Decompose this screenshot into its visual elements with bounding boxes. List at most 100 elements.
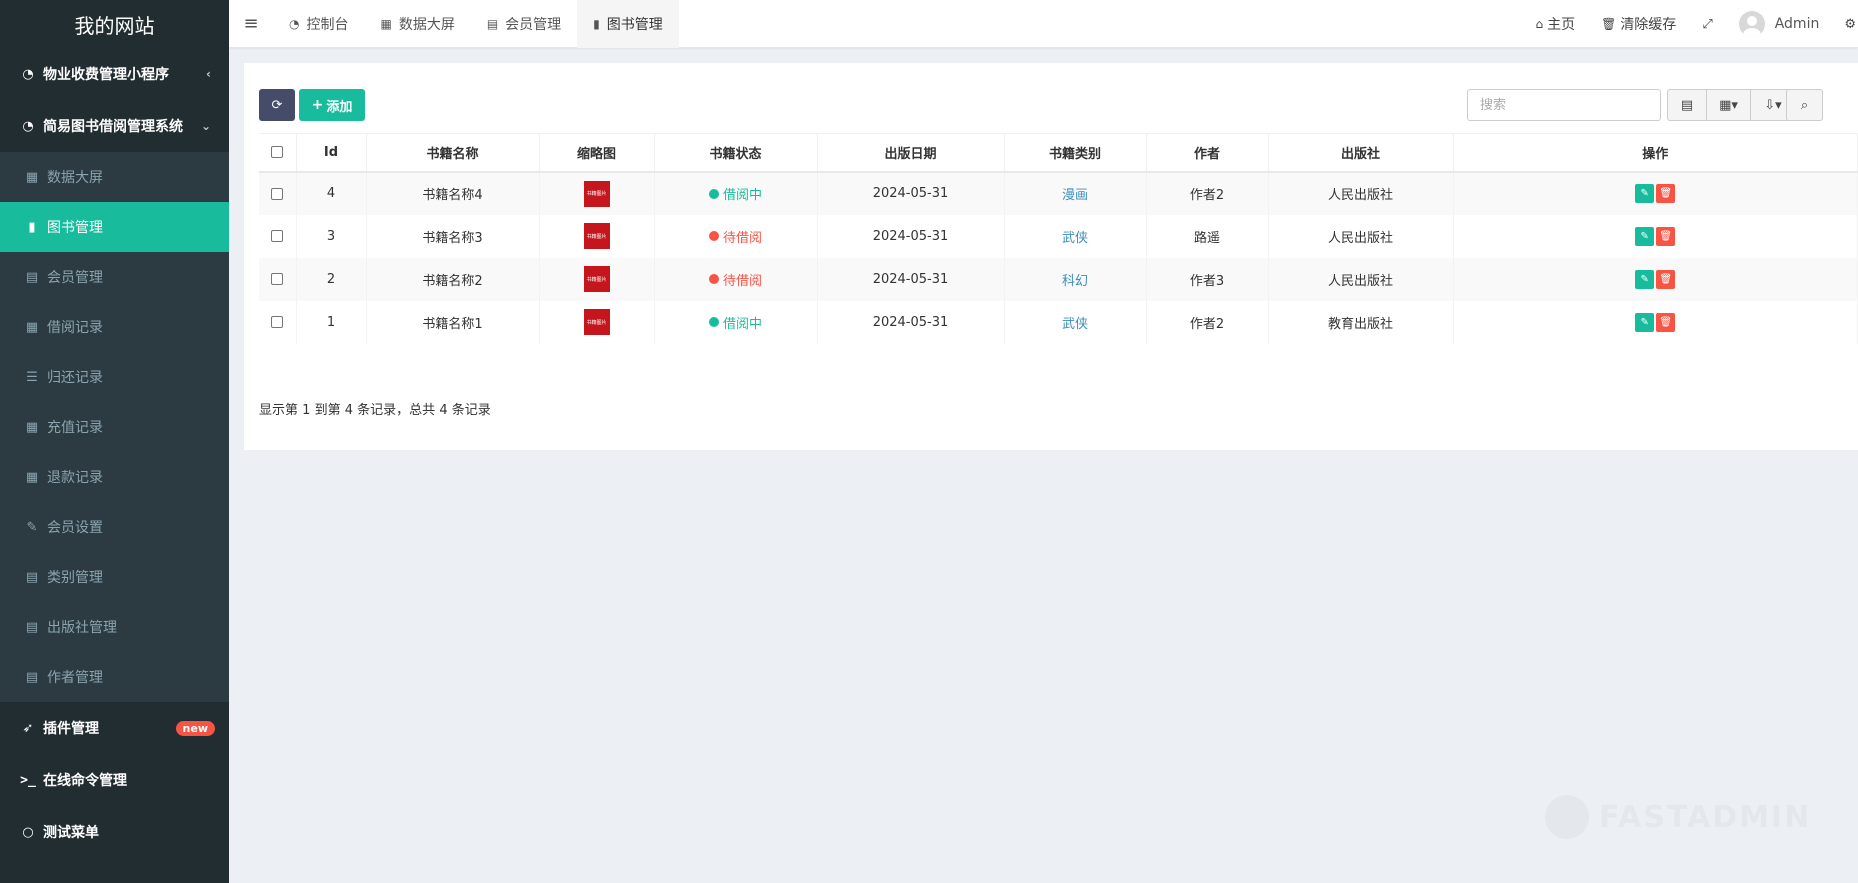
table-toolbar: ⟳ + 添加 ▤ ▦▾ ⇩▾ ⌕: [259, 89, 1858, 121]
book-thumbnail[interactable]: 书籍图片: [583, 309, 610, 335]
delete-button[interactable]: 🗑︎: [1656, 312, 1676, 332]
sidebar-item-return-records[interactable]: ☰ 归还记录: [0, 352, 229, 402]
edit-button[interactable]: ✎: [1635, 269, 1655, 289]
cell-name: 书籍名称2: [366, 257, 540, 301]
columns-dropdown-button[interactable]: ▦▾: [1707, 90, 1751, 120]
app-logo[interactable]: 我的网站: [0, 0, 229, 48]
cell-id: 3: [296, 214, 367, 258]
clear-cache-button[interactable]: 🗑︎ 清除缓存: [1588, 0, 1689, 48]
column-header[interactable]: Id: [296, 133, 367, 173]
tab-members[interactable]: ▤ 会员管理: [471, 0, 577, 48]
category-link[interactable]: 武侠: [1062, 231, 1088, 246]
cell-date: 2024-05-31: [817, 300, 1005, 344]
sidebar-item-borrow-records[interactable]: ▦ 借阅记录: [0, 302, 229, 352]
sidebar-group-library[interactable]: ◔ 简易图书借阅管理系统 ⌄: [0, 100, 229, 152]
list-ordered-icon: ☰: [26, 369, 38, 385]
add-button[interactable]: + 添加: [299, 89, 365, 121]
category-link[interactable]: 武侠: [1062, 317, 1088, 332]
tab-books[interactable]: ▮ 图书管理: [577, 0, 679, 48]
sidebar-item-authors[interactable]: ▤ 作者管理: [0, 652, 229, 702]
tab-label: 图书管理: [606, 16, 663, 33]
sidebar-group-property[interactable]: ◔ 物业收费管理小程序 ‹: [0, 48, 229, 100]
dashboard-icon: ◔: [289, 16, 300, 31]
menu-toggle-icon[interactable]: ≡: [229, 0, 273, 48]
status-dot: [708, 317, 719, 327]
table-icon: ▦: [25, 419, 39, 435]
cell-author: 作者3: [1146, 257, 1269, 301]
table-icon: ▦: [25, 319, 39, 335]
search-button[interactable]: ⌕: [1786, 89, 1823, 121]
column-header[interactable]: 出版日期: [817, 133, 1005, 173]
home-link[interactable]: ⌂ 主页: [1522, 0, 1588, 48]
select-all-checkbox[interactable]: [271, 146, 284, 159]
delete-button[interactable]: 🗑︎: [1656, 226, 1676, 246]
category-link[interactable]: 漫画: [1062, 188, 1088, 203]
status-badge: 借阅中: [708, 184, 762, 203]
sidebar: 我的网站 ◔ 物业收费管理小程序 ‹ ◔ 简易图书借阅管理系统 ⌄ ▦ 数据大屏…: [0, 0, 229, 883]
sidebar-item-publishers[interactable]: ▤ 出版社管理: [0, 602, 229, 652]
edit-button[interactable]: ✎: [1635, 184, 1655, 203]
status-text: 借阅中: [722, 188, 762, 203]
sidebar-item-recharge-records[interactable]: ▦ 充值记录: [0, 402, 229, 452]
cell-publisher: 教育出版社: [1268, 300, 1454, 344]
column-header[interactable]: 书籍名称: [366, 133, 540, 173]
search-input[interactable]: [1467, 89, 1661, 121]
home-icon: ⌂: [1535, 17, 1544, 31]
table-row: 1 书籍名称1 书籍图片 借阅中 2024-05-31 武侠 作者2 教育出版社…: [259, 300, 1858, 344]
column-header[interactable]: 书籍状态: [654, 133, 818, 173]
edit-button[interactable]: ✎: [1635, 226, 1655, 246]
dashboard-icon: ◔: [22, 66, 34, 82]
column-header[interactable]: 书籍类别: [1004, 133, 1147, 173]
list-alt-icon: ▤: [25, 269, 39, 285]
user-menu[interactable]: Admin: [1726, 0, 1833, 48]
tab-dashboard[interactable]: ◔ 控制台: [273, 0, 364, 48]
sidebar-item-data-screen[interactable]: ▦ 数据大屏: [0, 152, 229, 202]
cell-date: 2024-05-31: [817, 257, 1005, 301]
row-checkbox[interactable]: [271, 187, 284, 200]
category-link[interactable]: 科幻: [1062, 274, 1088, 289]
row-checkbox[interactable]: [271, 230, 284, 242]
sidebar-item-refund-records[interactable]: ▦ 退款记录: [0, 452, 229, 502]
sidebar-item-test-menu[interactable]: ○ 测试菜单: [0, 806, 229, 858]
table-row: 2 书籍名称2 书籍图片 待借阅 2024-05-31 科幻 作者3 人民出版社…: [259, 257, 1858, 301]
refresh-button[interactable]: ⟳: [259, 89, 295, 121]
delete-button[interactable]: 🗑︎: [1656, 269, 1676, 289]
expand-icon: ⤢: [1702, 16, 1713, 32]
sidebar-item-books[interactable]: ▮ 图书管理: [0, 202, 229, 252]
cell-author: 作者2: [1146, 171, 1269, 215]
book-thumbnail[interactable]: 书籍图片: [583, 180, 610, 207]
sidebar-item-label: 在线命令管理: [43, 773, 127, 789]
fullscreen-button[interactable]: ⤢: [1689, 0, 1725, 48]
cell-author: 路遥: [1146, 214, 1269, 258]
books-table: Id 书籍名称 缩略图 书籍状态 出版日期 书籍类别 作者 出版社 操作 4 书…: [259, 133, 1858, 344]
book-thumbnail[interactable]: 书籍图片: [583, 266, 610, 292]
status-text: 待借阅: [722, 273, 762, 289]
pagination-to: 4: [344, 403, 354, 418]
cell-publisher: 人民出版社: [1268, 257, 1454, 301]
column-header[interactable]: 出版社: [1268, 133, 1454, 173]
column-header[interactable]: 作者: [1146, 133, 1269, 173]
edit-button[interactable]: ✎: [1635, 312, 1655, 332]
add-button-label: 添加: [326, 99, 353, 115]
pagination-text: 条记录，总共: [357, 403, 436, 418]
sidebar-item-categories[interactable]: ▤ 类别管理: [0, 552, 229, 602]
sidebar-item-online-command[interactable]: >_ 在线命令管理: [0, 754, 229, 806]
delete-button[interactable]: 🗑︎: [1656, 184, 1676, 203]
sidebar-item-plugins[interactable]: ➶ 插件管理 new: [0, 702, 229, 754]
cell-publisher: 人民出版社: [1268, 214, 1454, 258]
sidebar-item-members[interactable]: ▤ 会员管理: [0, 252, 229, 302]
chevron-down-icon: ⌄: [200, 119, 211, 133]
row-checkbox[interactable]: [271, 316, 284, 328]
tab-data-screen[interactable]: ▦ 数据大屏: [364, 0, 470, 48]
chevron-left-icon: ‹: [206, 67, 211, 81]
table-icon: ▦: [380, 16, 392, 31]
sidebar-item-label: 数据大屏: [47, 170, 103, 186]
table-row: 4 书籍名称4 书籍图片 借阅中 2024-05-31 漫画 作者2 人民出版社…: [259, 171, 1858, 215]
book-thumbnail[interactable]: 书籍图片: [583, 223, 610, 249]
toggle-view-button[interactable]: ▤: [1668, 90, 1707, 120]
sidebar-item-member-settings[interactable]: ✎ 会员设置: [0, 502, 229, 552]
columns-icon: ▦▾: [1719, 97, 1738, 113]
settings-button[interactable]: ⚙: [1832, 0, 1858, 48]
home-label: 主页: [1547, 17, 1576, 33]
row-checkbox[interactable]: [271, 273, 284, 285]
